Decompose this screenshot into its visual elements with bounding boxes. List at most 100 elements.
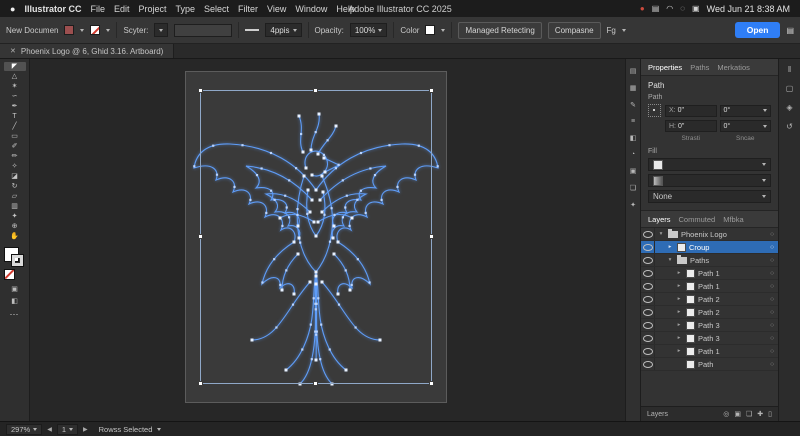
expand-arrow[interactable]: ▸ bbox=[675, 322, 683, 328]
visibility-toggle[interactable] bbox=[641, 332, 655, 344]
menu-item-filter[interactable]: Filter bbox=[238, 4, 258, 14]
style-dropdown[interactable] bbox=[154, 23, 169, 37]
menu-item-edit[interactable]: Edit bbox=[114, 4, 130, 14]
collapse-panels-icon[interactable]: ‖ bbox=[788, 65, 791, 74]
menubar-clock[interactable]: Wed Jun 21 8:38 AM bbox=[707, 4, 790, 14]
stroke-color-swatch[interactable] bbox=[90, 25, 101, 35]
status-indicator-dropdown[interactable]: Rowss Selected bbox=[99, 425, 153, 434]
tab-commuted[interactable]: Commuted bbox=[679, 215, 716, 224]
wifi-icon[interactable]: ◠ bbox=[666, 4, 673, 13]
menu-item-type[interactable]: Type bbox=[176, 4, 196, 14]
apple-logo-icon[interactable]: ● bbox=[10, 4, 15, 14]
stroke-weight-dropdown[interactable]: 4ppis bbox=[265, 23, 302, 37]
brushes-panel-icon[interactable]: ✎ bbox=[630, 101, 636, 109]
paintbrush-tool[interactable]: ✐ bbox=[4, 142, 26, 151]
lasso-tool[interactable]: ∽ bbox=[4, 92, 26, 101]
pen-tool[interactable]: ✒ bbox=[4, 102, 26, 111]
none-color-swatch[interactable] bbox=[3, 269, 15, 280]
fill-swatch-dropdown[interactable] bbox=[648, 158, 771, 171]
eraser-tool[interactable]: ◪ bbox=[4, 172, 26, 181]
none-dropdown[interactable]: None bbox=[648, 190, 771, 203]
menu-item-project[interactable]: Project bbox=[138, 4, 166, 14]
menu-item-view[interactable]: View bbox=[267, 4, 286, 14]
tab-layers[interactable]: Layers bbox=[648, 215, 671, 224]
target-icon[interactable]: ○ bbox=[770, 270, 774, 277]
shear-field[interactable]: 0° bbox=[719, 120, 771, 132]
transparency-panel-icon[interactable]: ◔ bbox=[631, 151, 635, 158]
visibility-toggle[interactable] bbox=[641, 267, 655, 279]
x-field[interactable]: X: 0" bbox=[665, 104, 717, 117]
h-field[interactable]: H: 0" bbox=[665, 120, 717, 132]
layer-row-paths[interactable]: ▾ Paths ○ bbox=[641, 254, 778, 267]
next-artboard-button[interactable]: ▶ bbox=[83, 426, 88, 433]
record-dot-icon[interactable]: ● bbox=[640, 4, 645, 13]
close-tab-icon[interactable]: ✕ bbox=[10, 47, 16, 55]
fx-label[interactable]: Fg bbox=[607, 26, 616, 35]
new-document-label[interactable]: New Documen bbox=[6, 26, 58, 35]
pencil-tool[interactable]: ✏ bbox=[4, 152, 26, 161]
line-segment-tool[interactable]: ╱ bbox=[4, 122, 26, 131]
direct-selection-tool[interactable]: △ bbox=[4, 72, 26, 81]
target-icon[interactable]: ○ bbox=[770, 296, 774, 303]
canvas[interactable] bbox=[30, 59, 625, 421]
visibility-toggle[interactable] bbox=[641, 345, 655, 357]
target-icon[interactable]: ○ bbox=[770, 244, 774, 251]
delete-layer-icon[interactable]: ▯ bbox=[768, 410, 772, 418]
target-icon[interactable]: ○ bbox=[770, 309, 774, 316]
stroke-swatch-dropdown[interactable] bbox=[648, 174, 771, 187]
target-icon[interactable]: ○ bbox=[770, 283, 774, 290]
type-tool[interactable]: T bbox=[4, 112, 26, 121]
expand-arrow[interactable]: ▸ bbox=[675, 296, 683, 302]
layer-row-path-2[interactable]: ▸ Path 2 ○ bbox=[641, 306, 778, 319]
menu-item-file[interactable]: File bbox=[90, 4, 105, 14]
target-icon[interactable]: ○ bbox=[770, 231, 774, 238]
control-center-icon[interactable]: ▣ bbox=[692, 4, 700, 13]
scale-tool[interactable]: ▱ bbox=[4, 192, 26, 201]
managed-retecting-button[interactable]: Managed Retecting bbox=[458, 21, 542, 39]
rotate-tool[interactable]: ↻ bbox=[4, 182, 26, 191]
tab-merkatios[interactable]: Merkatios bbox=[717, 63, 750, 72]
visibility-toggle[interactable] bbox=[641, 293, 655, 305]
tab-mfbka[interactable]: Mfbka bbox=[723, 215, 743, 224]
adjust-panel-icon[interactable]: ◈ bbox=[786, 103, 792, 112]
open-button[interactable]: Open bbox=[734, 22, 781, 38]
menu-item-window[interactable]: Window bbox=[295, 4, 327, 14]
fill-color-swatch[interactable] bbox=[64, 25, 75, 35]
prev-artboard-button[interactable]: ◀ bbox=[47, 426, 52, 433]
target-icon[interactable]: ○ bbox=[770, 361, 774, 368]
gradient-panel-icon[interactable]: ◧ bbox=[630, 134, 637, 142]
edit-toolbar-icon[interactable]: ⋯ bbox=[10, 309, 20, 320]
target-icon[interactable]: ○ bbox=[770, 257, 774, 264]
layer-row-croup[interactable]: ▸ Croup ○ bbox=[641, 241, 778, 254]
visibility-toggle[interactable] bbox=[641, 319, 655, 331]
zoom-tool[interactable]: ⊕ bbox=[4, 222, 26, 231]
expand-arrow[interactable]: ▸ bbox=[675, 309, 683, 315]
draw-normal-mode-icon[interactable]: ▣ bbox=[11, 285, 18, 293]
zoom-dropdown[interactable]: 297% bbox=[6, 423, 43, 435]
locate-object-icon[interactable]: ◎ bbox=[723, 410, 729, 418]
make-clip-mask-icon[interactable]: ▣ bbox=[734, 410, 741, 418]
eyedropper-tool[interactable]: ✦ bbox=[4, 212, 26, 221]
opacity-dropdown[interactable]: 100% bbox=[349, 23, 388, 37]
brush-preview-box[interactable] bbox=[174, 23, 233, 37]
visibility-toggle[interactable] bbox=[641, 358, 655, 370]
selection-tool[interactable]: ◤ bbox=[3, 62, 26, 71]
layer-row-path-1[interactable]: ▸ Path 1 ○ bbox=[641, 280, 778, 293]
magic-wand-tool[interactable]: ✶ bbox=[4, 82, 26, 91]
target-icon[interactable]: ○ bbox=[770, 322, 774, 329]
tab-properties[interactable]: Properties bbox=[648, 63, 682, 72]
rotate-field[interactable]: 0° bbox=[719, 104, 771, 117]
new-sublayer-icon[interactable]: ❏ bbox=[746, 410, 752, 418]
layer-row-path-1[interactable]: ▸ Path 1 ○ bbox=[641, 345, 778, 358]
menu-item-illustrator-cc[interactable]: Illustrator CC bbox=[24, 4, 81, 14]
swatches-panel-icon[interactable]: ▦ bbox=[630, 84, 637, 92]
history-panel-icon[interactable]: ↺ bbox=[786, 122, 793, 131]
screen-mode-icon[interactable]: ◧ bbox=[11, 297, 18, 305]
libraries-panel-icon[interactable]: ▢ bbox=[786, 84, 794, 93]
rectangle-tool[interactable]: ▭ bbox=[4, 132, 26, 141]
artboard[interactable] bbox=[185, 71, 447, 403]
document-tab[interactable]: ✕ Phoenix Logo @ 6, Ghid 3.16. Artboard) bbox=[0, 44, 175, 58]
color-swatch[interactable] bbox=[425, 25, 436, 35]
target-icon[interactable]: ○ bbox=[770, 335, 774, 342]
stroke-panel-icon[interactable]: ≡ bbox=[631, 118, 635, 125]
